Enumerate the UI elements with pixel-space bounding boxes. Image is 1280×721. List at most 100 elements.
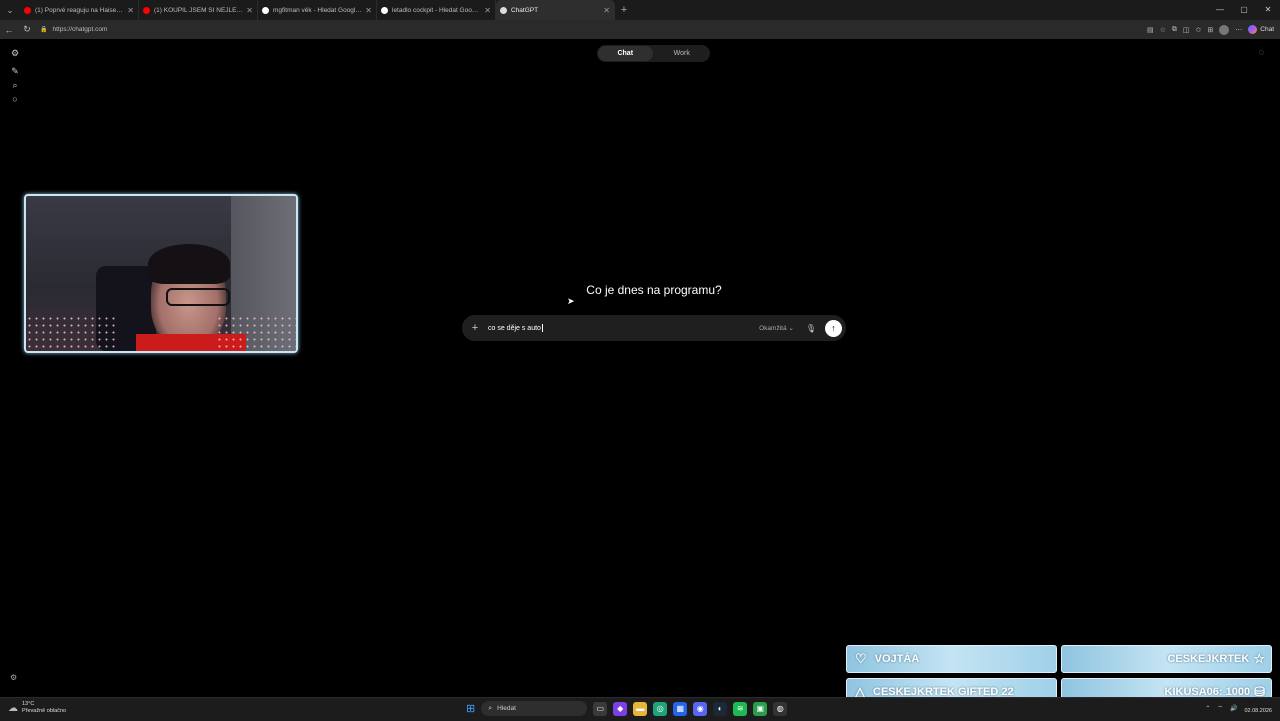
discord-icon[interactable]: ◉ bbox=[693, 701, 708, 716]
browser-tab[interactable]: mgfitman věk - Hledat Googlem ✕ bbox=[258, 0, 377, 20]
back-icon[interactable]: ← bbox=[0, 25, 18, 35]
clock-date: 02.08.2026 bbox=[1244, 708, 1272, 714]
favorites-icon[interactable]: ✩ bbox=[1196, 26, 1202, 34]
collections-icon[interactable]: ⊞ bbox=[1207, 26, 1213, 34]
youtube-icon bbox=[143, 6, 150, 14]
youtube-icon bbox=[24, 6, 31, 14]
send-button[interactable]: ↑ bbox=[825, 319, 842, 337]
close-tab-icon[interactable]: ✕ bbox=[246, 6, 253, 15]
webcam-overlay bbox=[24, 194, 298, 353]
search-icon[interactable]: ⌕ bbox=[12, 78, 17, 92]
new-chat-icon[interactable]: ✎ bbox=[11, 64, 19, 78]
google-icon bbox=[262, 6, 269, 14]
webcam-person-hair bbox=[148, 244, 230, 284]
model-selector[interactable]: Okamžitá ⌄ bbox=[759, 324, 794, 332]
webcam-person-glasses bbox=[166, 288, 230, 306]
weather-description: Převažně oblačno bbox=[22, 708, 67, 714]
mouse-cursor-icon: ➤ bbox=[567, 296, 575, 306]
message-input-text: co se děje s auto bbox=[488, 324, 541, 332]
close-tab-icon[interactable]: ✕ bbox=[127, 6, 134, 15]
spotify-icon[interactable]: ≋ bbox=[733, 701, 748, 716]
search-icon: ⌕ bbox=[488, 704, 493, 712]
close-tab-icon[interactable]: ✕ bbox=[603, 6, 610, 15]
site-info-icon[interactable]: 🔒 bbox=[40, 26, 47, 33]
windows-start-icon[interactable]: ⊞ bbox=[466, 702, 475, 715]
close-window-button[interactable]: ✕ bbox=[1256, 0, 1280, 20]
tab-title: ChatGPT bbox=[511, 6, 539, 14]
mode-work-button[interactable]: Work bbox=[655, 46, 710, 61]
browser-tab-active[interactable]: ChatGPT ✕ bbox=[496, 0, 615, 20]
obs-icon[interactable]: ◍ bbox=[773, 701, 788, 716]
window-controls: — ▢ ✕ bbox=[1208, 0, 1280, 20]
heart-icon: ♡ bbox=[855, 651, 867, 666]
text-caret bbox=[541, 324, 543, 332]
stream-alert-sub: CESKEJKRTEK ☆ bbox=[1061, 645, 1272, 673]
settings-badge-icon[interactable]: ⚙ bbox=[10, 673, 17, 682]
tray-overflow-icon[interactable]: ⌃ bbox=[1205, 705, 1210, 712]
cherry-blossom-decoration bbox=[26, 315, 116, 351]
extensions-icon[interactable]: ⧉ bbox=[1172, 26, 1177, 34]
network-icon[interactable]: ⌔ bbox=[1217, 704, 1223, 712]
windows-taskbar: ☁ 13°C Převažně oblačno ⊞ ⌕ Hledat ▭ ◆ ▬… bbox=[0, 697, 1280, 721]
chatgpt-sidebar: ⚙ ✎ ⌕ ○ bbox=[8, 46, 22, 106]
temporary-chat-icon[interactable]: ◌ bbox=[1259, 47, 1264, 57]
url-text: https://chatgpt.com bbox=[52, 26, 108, 33]
copilot-label: Chat bbox=[1260, 26, 1274, 33]
more-menu-icon[interactable]: ⋯ bbox=[1235, 26, 1242, 34]
weather-temperature: 13°C bbox=[22, 701, 35, 707]
tab-title: letadlo cockpit - Hledat Googlem bbox=[392, 6, 482, 14]
edge-browser-icon[interactable]: ◎ bbox=[653, 701, 668, 716]
task-view-icon[interactable]: ▭ bbox=[593, 701, 608, 716]
openai-logo-icon[interactable]: ⚙ bbox=[11, 46, 19, 60]
browser-tab[interactable]: letadlo cockpit - Hledat Googlem ✕ bbox=[377, 0, 496, 20]
address-bar[interactable]: 🔒 https://chatgpt.com bbox=[40, 26, 107, 33]
profile-avatar[interactable] bbox=[1219, 24, 1230, 35]
close-tab-icon[interactable]: ✕ bbox=[484, 6, 491, 15]
app-icon[interactable]: ▣ bbox=[753, 701, 768, 716]
close-tab-icon[interactable]: ✕ bbox=[365, 6, 372, 15]
tab-title: mgfitman věk - Hledat Googlem bbox=[273, 6, 363, 14]
new-tab-button[interactable]: + bbox=[615, 4, 633, 16]
weather-widget[interactable]: ☁ 13°C Převažně oblačno bbox=[8, 701, 66, 715]
chatgpt-icon bbox=[500, 6, 507, 14]
cloud-icon: ☁ bbox=[8, 702, 18, 714]
stream-alert-follow: ♡ VOJTĀA bbox=[846, 645, 1057, 673]
copilot-button[interactable]: Chat bbox=[1248, 25, 1274, 34]
model-label: Okamžitá bbox=[759, 325, 787, 332]
steam-icon[interactable]: ◐ bbox=[713, 701, 728, 716]
taskbar-apps: ⊞ ⌕ Hledat ▭ ◆ ▬ ◎ ▦ ◉ ◐ ≋ ▣ ◍ bbox=[466, 701, 788, 716]
chevron-down-icon: ⌄ bbox=[788, 325, 794, 332]
store-icon[interactable]: ▦ bbox=[673, 701, 688, 716]
tab-list-chevron-icon[interactable]: ⌄ bbox=[0, 0, 20, 20]
star-icon: ☆ bbox=[1253, 651, 1265, 666]
google-icon bbox=[381, 6, 388, 14]
add-attachment-icon[interactable]: + bbox=[464, 322, 486, 334]
browser-tab-bar: ⌄ (1) Poprvé reaguju na Haiseta - Yo ✕ (… bbox=[0, 0, 1280, 20]
browser-tab[interactable]: (1) KOUPIL JSEM SI NEJLEPŠÍ AUTO ✕ bbox=[139, 0, 258, 20]
address-bar-row: ← ↻ 🔒 https://chatgpt.com ▤ ☆ ⧉ ◫ ✩ ⊞ ⋯ … bbox=[0, 20, 1280, 39]
microphone-icon[interactable]: 🎙 bbox=[806, 324, 816, 333]
clock[interactable]: 02.08.2026 bbox=[1244, 701, 1272, 715]
minimize-button[interactable]: — bbox=[1208, 0, 1232, 20]
refresh-icon[interactable]: ↻ bbox=[18, 24, 36, 35]
browser-tab[interactable]: (1) Poprvé reaguju na Haiseta - Yo ✕ bbox=[20, 0, 139, 20]
tab-title: (1) KOUPIL JSEM SI NEJLEPŠÍ AUTO bbox=[154, 6, 243, 14]
message-input[interactable]: co se děje s auto bbox=[488, 324, 759, 332]
mode-chat-button[interactable]: Chat bbox=[598, 46, 653, 61]
copilot-app-icon[interactable]: ◆ bbox=[613, 701, 628, 716]
split-screen-icon[interactable]: ◫ bbox=[1183, 26, 1190, 34]
reader-mode-icon[interactable]: ▤ bbox=[1147, 26, 1154, 34]
alert-text: CESKEJKRTEK bbox=[1167, 653, 1250, 665]
volume-icon[interactable]: 🔊 bbox=[1230, 705, 1237, 712]
cherry-blossom-decoration bbox=[216, 315, 296, 351]
taskbar-search[interactable]: ⌕ Hledat bbox=[481, 701, 588, 716]
message-composer: + co se děje s auto Okamžitá ⌄ 🎙 ↑ bbox=[462, 315, 846, 341]
maximize-button[interactable]: ▢ bbox=[1232, 0, 1256, 20]
file-explorer-icon[interactable]: ▬ bbox=[633, 701, 648, 716]
chat-bubble-icon[interactable]: ○ bbox=[12, 92, 17, 106]
tab-title: (1) Poprvé reaguju na Haiseta - Yo bbox=[35, 6, 124, 14]
page-title: Co je dnes na programu? bbox=[586, 283, 722, 297]
system-tray: ⌃ ⌔ 🔊 02.08.2026 bbox=[1205, 701, 1272, 715]
favorite-star-icon[interactable]: ☆ bbox=[1160, 26, 1166, 34]
arrow-up-icon: ↑ bbox=[831, 322, 836, 333]
